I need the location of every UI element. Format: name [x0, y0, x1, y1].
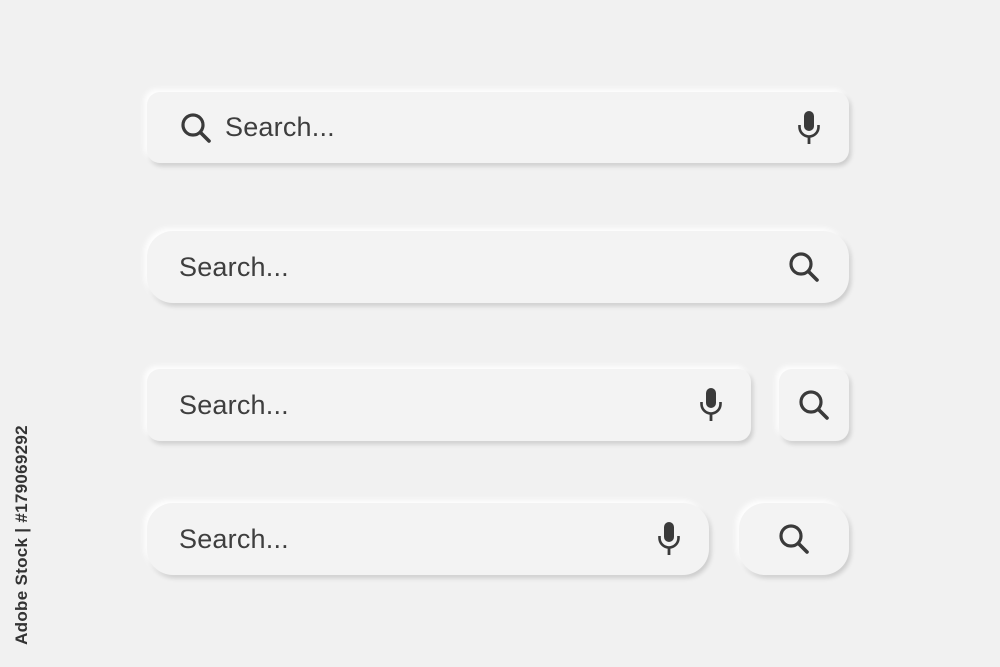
search-icon: [777, 522, 811, 556]
microphone-icon[interactable]: [657, 521, 681, 557]
search-placeholder[interactable]: Search...: [179, 524, 289, 555]
stock-id-label: Adobe Stock | #179069292: [10, 415, 34, 655]
search-bar-2[interactable]: Search...: [147, 231, 849, 303]
search-bar-4[interactable]: Search...: [147, 503, 709, 575]
search-button[interactable]: [779, 369, 849, 441]
search-placeholder[interactable]: Search...: [225, 112, 335, 143]
search-bar-3[interactable]: Search...: [147, 369, 751, 441]
search-placeholder[interactable]: Search...: [179, 252, 289, 283]
microphone-icon[interactable]: [797, 110, 821, 146]
stock-id-text: Adobe Stock | #179069292: [12, 425, 32, 645]
search-bar-1[interactable]: Search...: [147, 92, 849, 163]
search-placeholder[interactable]: Search...: [179, 390, 289, 421]
page: Search... Search... Search... Search... …: [0, 0, 1000, 667]
microphone-icon[interactable]: [699, 387, 723, 423]
search-icon[interactable]: [179, 111, 213, 145]
search-icon[interactable]: [787, 250, 821, 284]
search-button[interactable]: [739, 503, 849, 575]
search-icon: [797, 388, 831, 422]
